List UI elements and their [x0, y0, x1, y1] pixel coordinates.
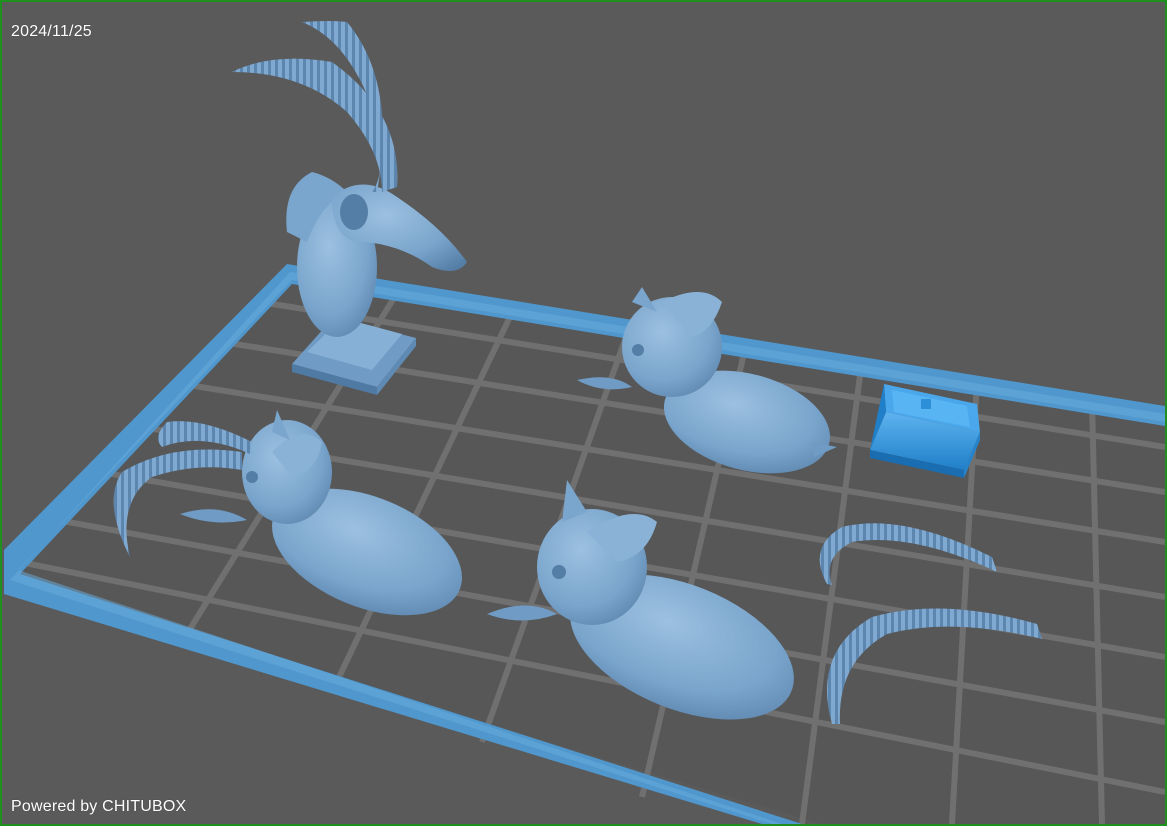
date-label: 2024/11/25 [11, 23, 92, 40]
3d-viewport[interactable] [2, 2, 1165, 824]
powered-by-label: Powered by CHITUBOX [11, 798, 187, 815]
viewport-frame: 2024/11/25 Powered by CHITUBOX [0, 0, 1167, 826]
